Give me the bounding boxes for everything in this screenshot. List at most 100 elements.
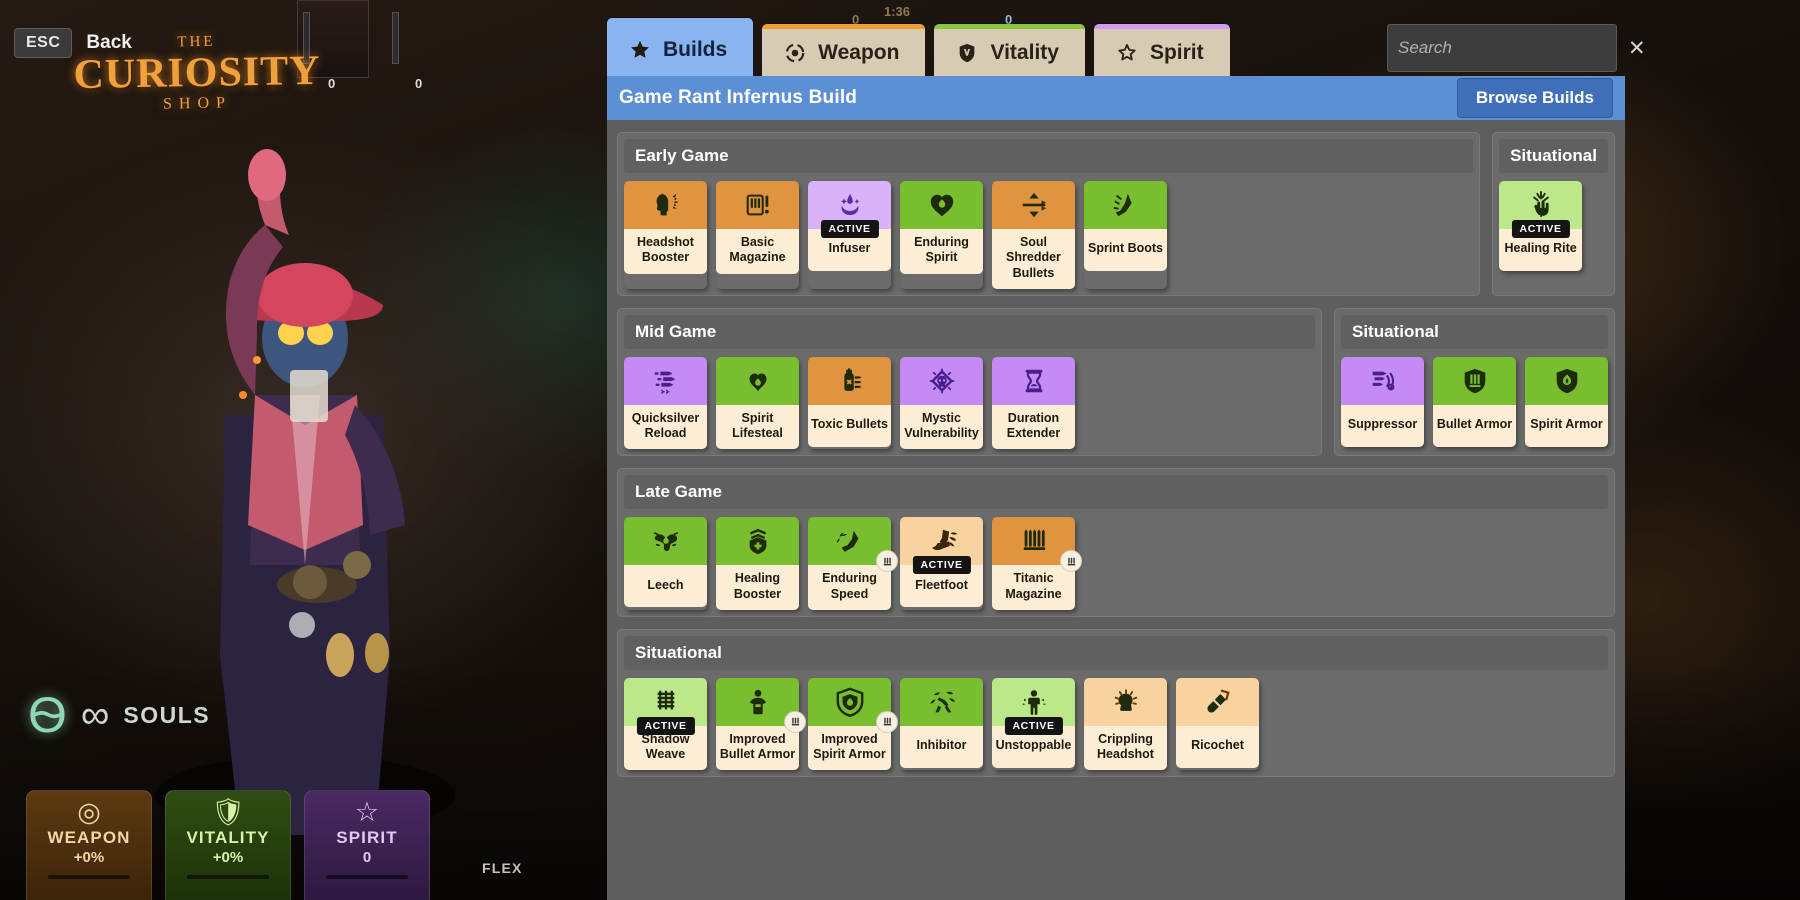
tab-spirit[interactable]: Spirit — [1093, 24, 1230, 76]
item-label: Bullet Armor — [1433, 404, 1516, 447]
tab-builds-label: Builds — [663, 37, 728, 61]
shield-magazine-icon — [1433, 356, 1516, 405]
magazine-icon — [716, 181, 799, 229]
stat-pillar-weapon[interactable]: ◎ WEAPON +0% — [26, 790, 152, 900]
head-impact-icon — [624, 181, 707, 229]
hourglass-icon — [992, 356, 1075, 405]
star-icon: ☆ — [354, 797, 380, 827]
stat-pillar-vitality[interactable]: 🛡 VITALITY +0% — [165, 790, 291, 900]
stat-pillar-weapon-name: WEAPON — [47, 828, 131, 847]
hud-bar-right — [392, 12, 399, 64]
item-card[interactable]: Mystic Vulnerability — [900, 356, 983, 450]
infuser-icon: ACTIVE — [808, 181, 891, 238]
hud-timer: 1:36 — [884, 4, 911, 19]
target-icon — [784, 42, 806, 64]
item-card[interactable]: Sprint Boots — [1084, 181, 1167, 289]
item-card[interactable]: Improved Spirit Armor — [808, 677, 898, 771]
item-card[interactable]: ACTIVE Infuser — [808, 181, 891, 289]
item-label: Spirit Armor — [1525, 404, 1608, 447]
stat-pillar-vitality-value: +0% — [212, 849, 244, 866]
item-card[interactable]: ACTIVE Healing Rite — [1499, 181, 1583, 271]
item-card[interactable]: Spirit Armor — [1525, 356, 1608, 447]
star-outline-icon — [1116, 42, 1138, 64]
item-card[interactable]: Enduring Spirit — [900, 181, 983, 289]
group-header-label: Situational — [1510, 146, 1597, 165]
search-box[interactable]: ✕ — [1387, 24, 1646, 72]
section-1-main: Mid Game Quicksilver Reload Spirit Lifeste… — [617, 307, 1322, 457]
stat-pillars: ◎ WEAPON +0% 🛡 VITALITY +0% ☆ SPIRIT 0 — [26, 790, 430, 900]
group-header: Situational — [624, 635, 1608, 670]
item-card[interactable]: Titanic Magazine — [992, 517, 1082, 610]
item-label: Ricochet — [1176, 725, 1259, 768]
tab-vitality[interactable]: Vitality — [934, 24, 1085, 76]
flex-label: FLEX — [482, 860, 523, 876]
item-label: Leech — [624, 565, 707, 608]
updown-arrows-icon — [992, 181, 1075, 229]
group-header: Late Game — [624, 475, 1608, 510]
item-label: Quicksilver Reload — [624, 404, 707, 450]
group-header: Early Game — [624, 139, 1474, 173]
item-card[interactable]: Bullet Armor — [1433, 356, 1516, 447]
shield-cross-icon — [716, 517, 799, 566]
section-row: Situational ACTIVE Shadow Weave Improved Bu… — [617, 628, 1615, 778]
suppress-waves-icon — [1341, 356, 1424, 405]
item-list: Leech Healing Booster Enduring Speed ACTIVE… — [624, 517, 1608, 610]
component-badge-icon — [876, 550, 898, 573]
active-badge: ACTIVE — [636, 716, 695, 735]
tab-weapon[interactable]: Weapon — [762, 24, 926, 76]
section-3-main: Situational ACTIVE Shadow Weave Improved Bu… — [617, 628, 1615, 778]
item-card[interactable]: Basic Magazine — [716, 181, 799, 289]
heart-drop-icon — [716, 356, 799, 405]
section-row: Late Game Leech Healing Booster Enduring Sp… — [617, 468, 1615, 617]
item-card[interactable]: ACTIVE Unstoppable — [992, 677, 1075, 771]
curiosity-shop-logo: THE CURIOSITY SHOP — [71, 32, 322, 115]
item-label: Enduring Spirit — [900, 229, 983, 274]
item-card[interactable]: Leech — [624, 517, 707, 610]
spirit-armor-icon — [808, 677, 898, 733]
item-card[interactable]: Ricochet — [1176, 677, 1259, 771]
souls-readout: Ѳ ∞ SOULS — [28, 690, 210, 740]
winged-boot-icon — [808, 517, 898, 573]
target-icon: ◎ — [77, 797, 101, 827]
browse-builds-button[interactable]: Browse Builds — [1456, 78, 1613, 118]
item-card[interactable]: Spirit Lifesteal — [716, 356, 799, 450]
stat-pillar-weapon-value: +0% — [73, 849, 105, 866]
esc-key-button[interactable]: ESC — [14, 28, 73, 58]
section-row: Mid Game Quicksilver Reload Spirit Lifeste… — [617, 307, 1615, 457]
close-icon[interactable]: ✕ — [1622, 36, 1646, 61]
tab-builds[interactable]: Builds — [607, 18, 754, 76]
toxic-bottle-icon — [808, 356, 891, 405]
item-card[interactable]: Inhibitor — [900, 677, 983, 771]
item-card[interactable]: Healing Booster — [716, 517, 799, 610]
item-card[interactable]: Enduring Speed — [808, 517, 898, 610]
item-card[interactable]: Crippling Headshot — [1084, 677, 1167, 771]
item-card[interactable]: Improved Bullet Armor — [716, 677, 806, 771]
stat-pillar-spirit[interactable]: ☆ SPIRIT 0 — [304, 790, 430, 900]
item-card[interactable]: Quicksilver Reload — [624, 356, 707, 450]
shield-icon: 🛡 — [210, 797, 246, 827]
item-card[interactable]: Toxic Bullets — [808, 356, 891, 450]
item-label: Titanic Magazine — [992, 565, 1075, 610]
stat-pillar-vitality-bar — [187, 875, 269, 879]
fast-bullets-icon — [624, 356, 707, 405]
item-card[interactable]: Soul Shredder Bullets — [992, 181, 1075, 289]
item-card[interactable]: Suppressor — [1341, 356, 1424, 447]
hud-count-right: 0 — [415, 76, 423, 91]
item-list: ACTIVE Healing Rite — [1499, 181, 1608, 271]
item-card[interactable]: ACTIVE Shadow Weave — [624, 677, 707, 771]
item-label: Mystic Vulnerability — [900, 404, 983, 450]
build-body: Early Game Headshot Booster Basic Magazine… — [607, 120, 1625, 900]
item-card[interactable]: ACTIVE Fleetfoot — [900, 517, 983, 610]
item-card[interactable]: Headshot Booster — [624, 181, 707, 289]
big-magazine-icon — [992, 517, 1082, 573]
shadow-weave-icon: ACTIVE — [624, 677, 707, 735]
search-input[interactable] — [1398, 38, 1622, 58]
logo-main: CURIOSITY — [73, 47, 321, 99]
item-card[interactable]: Duration Extender — [992, 356, 1075, 450]
group-header-label: Situational — [635, 642, 722, 662]
group-header-label: Early Game — [635, 146, 729, 165]
shield-icon — [956, 42, 978, 64]
active-badge: ACTIVE — [820, 220, 879, 238]
component-badge-icon — [784, 710, 806, 733]
item-label: Soul Shredder Bullets — [992, 229, 1075, 289]
